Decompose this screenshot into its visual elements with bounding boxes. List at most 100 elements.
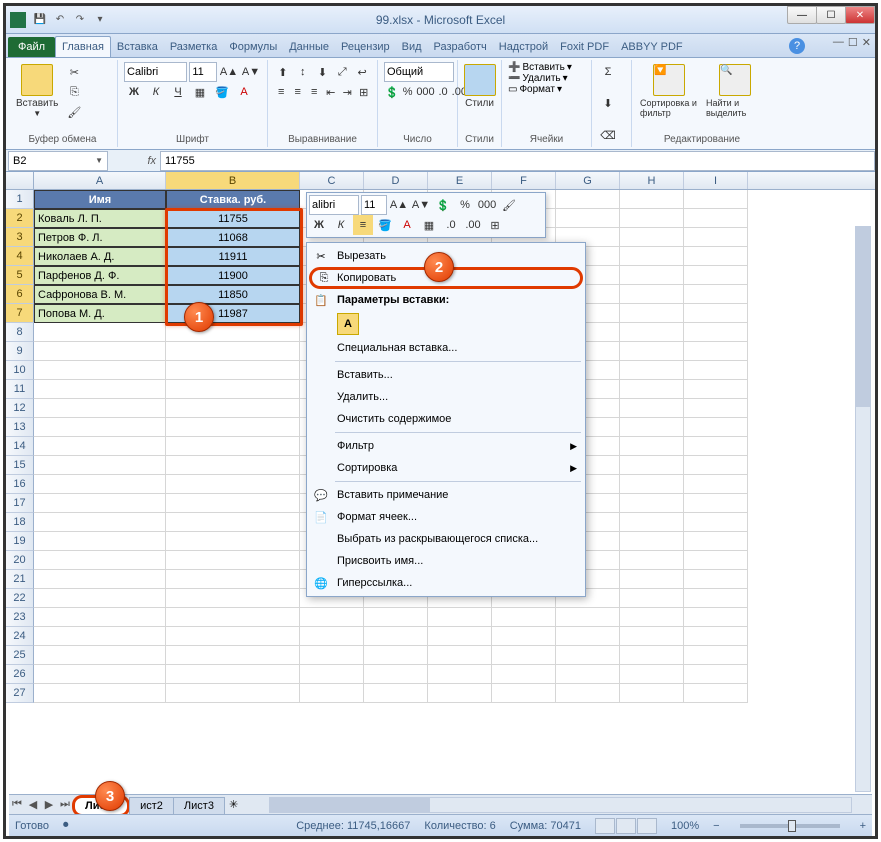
row-header[interactable]: 18 xyxy=(6,513,34,532)
cell[interactable] xyxy=(684,608,748,627)
cells-insert-button[interactable]: ➕Вставить ▾ xyxy=(508,62,585,73)
cell[interactable] xyxy=(684,684,748,703)
cell[interactable]: Коваль Л. П. xyxy=(34,209,166,228)
cell[interactable] xyxy=(428,646,492,665)
cell[interactable] xyxy=(684,247,748,266)
cell[interactable] xyxy=(556,190,620,209)
cell[interactable] xyxy=(684,570,748,589)
tab-layout[interactable]: Разметка xyxy=(164,37,224,57)
cells-format-button[interactable]: ▭Формат ▾ xyxy=(508,84,585,95)
cell[interactable] xyxy=(166,513,300,532)
cell[interactable] xyxy=(34,551,166,570)
qa-undo-icon[interactable]: ↶ xyxy=(52,12,68,28)
cell[interactable] xyxy=(684,266,748,285)
cell[interactable] xyxy=(684,209,748,228)
sheet-nav-prev-icon[interactable]: ◀ xyxy=(25,797,41,813)
fill-color-icon[interactable]: 🪣 xyxy=(212,82,232,102)
mini-fill-icon[interactable]: 🪣 xyxy=(375,215,395,235)
cell[interactable] xyxy=(34,475,166,494)
border-icon[interactable]: ▦ xyxy=(190,82,210,102)
row-header[interactable]: 20 xyxy=(6,551,34,570)
mini-center-button[interactable]: ≡ xyxy=(353,215,373,235)
tab-formulas[interactable]: Формулы xyxy=(223,37,283,57)
cell[interactable] xyxy=(166,665,300,684)
row-header[interactable]: 5 xyxy=(6,266,34,285)
row-header[interactable]: 16 xyxy=(6,475,34,494)
cell[interactable] xyxy=(364,646,428,665)
cell[interactable] xyxy=(620,247,684,266)
font-name-combo[interactable]: Calibri xyxy=(124,62,187,82)
cell[interactable] xyxy=(684,380,748,399)
cm-filter[interactable]: Фильтр▶ xyxy=(309,435,583,457)
zoom-slider[interactable] xyxy=(740,824,840,828)
orientation-icon[interactable]: ⤢ xyxy=(333,62,351,82)
bold-button[interactable]: Ж xyxy=(124,82,144,102)
col-header[interactable]: C xyxy=(300,172,364,189)
cell[interactable] xyxy=(684,361,748,380)
cm-sort[interactable]: Сортировка▶ xyxy=(309,457,583,479)
view-break-icon[interactable] xyxy=(637,818,657,834)
cell[interactable] xyxy=(620,304,684,323)
cell[interactable] xyxy=(684,589,748,608)
zoom-in-icon[interactable]: + xyxy=(860,820,866,832)
row-header[interactable]: 9 xyxy=(6,342,34,361)
cell[interactable] xyxy=(620,475,684,494)
cell[interactable] xyxy=(428,665,492,684)
cell[interactable] xyxy=(620,228,684,247)
cell[interactable] xyxy=(300,627,364,646)
cell[interactable] xyxy=(620,285,684,304)
cell[interactable] xyxy=(492,627,556,646)
cell[interactable] xyxy=(428,608,492,627)
row-header[interactable]: 2 xyxy=(6,209,34,228)
row-header[interactable]: 12 xyxy=(6,399,34,418)
mini-comma-icon[interactable]: 000 xyxy=(477,195,497,215)
cm-hyperlink[interactable]: 🌐Гиперссылка... xyxy=(309,572,583,594)
cell[interactable] xyxy=(620,608,684,627)
tab-home[interactable]: Главная xyxy=(55,36,111,57)
cell[interactable] xyxy=(620,532,684,551)
mdi-restore-icon[interactable]: ☐ xyxy=(848,36,858,49)
cell[interactable] xyxy=(620,551,684,570)
cell[interactable] xyxy=(684,627,748,646)
close-button[interactable]: ✕ xyxy=(845,6,875,24)
row-header[interactable]: 27 xyxy=(6,684,34,703)
row-header[interactable]: 26 xyxy=(6,665,34,684)
mini-inc-dec-icon[interactable]: .0 xyxy=(441,215,461,235)
increase-decimal-icon[interactable]: .0 xyxy=(437,82,448,102)
cell[interactable] xyxy=(34,342,166,361)
cell[interactable] xyxy=(620,494,684,513)
cut-icon[interactable]: ✂ xyxy=(64,62,84,82)
col-header[interactable]: F xyxy=(492,172,556,189)
decrease-indent-icon[interactable]: ⇤ xyxy=(324,82,339,102)
copy-icon[interactable]: ⎘ xyxy=(64,82,84,102)
align-middle-icon[interactable]: ↕ xyxy=(294,62,312,82)
align-center-icon[interactable]: ≡ xyxy=(291,82,306,102)
row-header[interactable]: 24 xyxy=(6,627,34,646)
help-icon[interactable]: ? xyxy=(789,38,805,54)
scroll-thumb[interactable] xyxy=(856,227,870,407)
tab-review[interactable]: Рецензир xyxy=(335,37,396,57)
cell[interactable] xyxy=(300,665,364,684)
tab-foxit[interactable]: Foxit PDF xyxy=(554,37,615,57)
cell[interactable] xyxy=(620,380,684,399)
cell[interactable] xyxy=(166,437,300,456)
cell[interactable] xyxy=(556,665,620,684)
merge-icon[interactable]: ⊞ xyxy=(357,82,372,102)
cell[interactable] xyxy=(620,646,684,665)
zoom-thumb[interactable] xyxy=(788,820,796,832)
format-painter-icon[interactable]: 🖌 xyxy=(64,102,84,122)
cell[interactable] xyxy=(684,418,748,437)
cell[interactable]: Николаев А. Д. xyxy=(34,247,166,266)
cell[interactable] xyxy=(620,342,684,361)
fx-icon[interactable]: fx xyxy=(110,155,160,167)
row-header[interactable]: 13 xyxy=(6,418,34,437)
cell[interactable] xyxy=(684,665,748,684)
row-header[interactable]: 8 xyxy=(6,323,34,342)
row-header[interactable]: 4 xyxy=(6,247,34,266)
cell[interactable] xyxy=(620,627,684,646)
col-header[interactable]: H xyxy=(620,172,684,189)
cell[interactable] xyxy=(620,684,684,703)
cell[interactable] xyxy=(34,684,166,703)
cell[interactable] xyxy=(684,323,748,342)
cell[interactable] xyxy=(620,323,684,342)
